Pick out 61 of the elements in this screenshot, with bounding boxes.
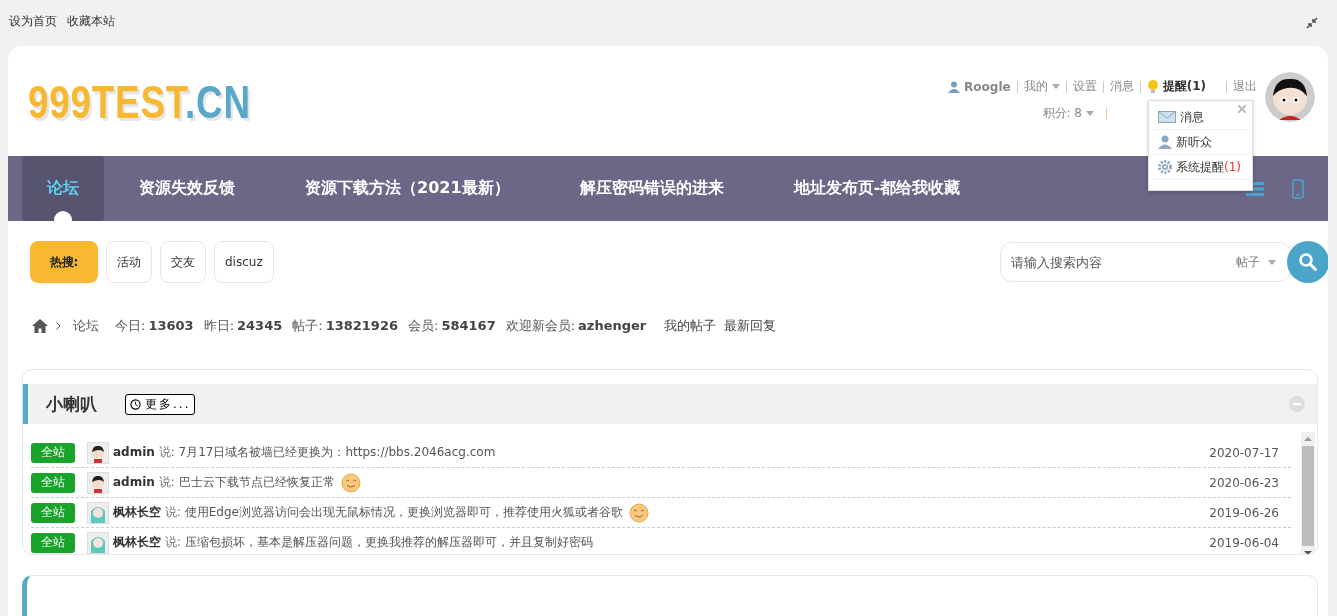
breadcrumb-link[interactable]: 论坛 <box>73 317 99 335</box>
hot-search-tag[interactable]: discuz <box>214 241 274 283</box>
forum-stat: 今日: 13603 <box>115 317 194 335</box>
announcement-date: 2019-06-26 <box>1209 505 1280 520</box>
scope-badge: 全站 <box>31 472 75 493</box>
announcement-text[interactable]: 枫林长空 说: 使用Edge浏览器访问会出现无鼠标情况，更换浏览器即可，推荐使用火狐或者谷歌 <box>113 504 623 521</box>
user-menu-link[interactable]: 我的 <box>1023 78 1048 95</box>
collapse-icon[interactable] <box>1306 17 1318 29</box>
scope-badge: 全站 <box>31 502 75 523</box>
search-button[interactable] <box>1287 241 1328 283</box>
section-title: 小喇叭 <box>46 392 97 416</box>
announcement-date: 2019-06-04 <box>1209 535 1280 550</box>
nav-tab[interactable]: 解压密码错误的进来 <box>544 156 759 221</box>
search-icon <box>1298 252 1318 272</box>
more-button[interactable]: 更多... <box>125 393 196 415</box>
announcement-date: 2020-07-17 <box>1209 445 1280 460</box>
reminder-link[interactable]: 提醒(1) <box>1162 78 1206 95</box>
nav-tab[interactable]: 地址发布页-都给我收藏 <box>758 156 996 221</box>
hot-search-tag[interactable]: 交友 <box>160 241 206 283</box>
quick-link[interactable]: 我的帖子 <box>664 317 717 335</box>
hot-search-label: 热搜: <box>30 241 98 283</box>
clock-icon <box>130 398 141 410</box>
user-menu-link[interactable]: 设置 <box>1072 78 1097 95</box>
avatar-icon[interactable] <box>87 471 109 494</box>
top-link[interactable]: 收藏本站 <box>67 13 115 30</box>
quick-link[interactable]: 最新回复 <box>724 317 777 335</box>
announcement-date: 2020-06-23 <box>1209 475 1280 490</box>
dropdown-item[interactable]: 新听众 <box>1153 130 1248 155</box>
close-icon[interactable] <box>1238 105 1246 113</box>
nav-tab[interactable]: 资源下载方法（2021最新） <box>270 156 545 221</box>
forum-stat: 会员: 584167 <box>408 317 496 335</box>
user-menu-link[interactable]: 消息 <box>1109 78 1134 95</box>
dropdown-item[interactable]: 系统提醒(1) <box>1153 155 1248 180</box>
forum-stat: 昨日: 24345 <box>203 317 283 335</box>
nav-tab[interactable]: 资源失效反馈 <box>104 156 270 221</box>
bulb-icon <box>1146 78 1159 95</box>
scope-badge: 全站 <box>31 442 75 463</box>
forum-stat: 帖子: 13821926 <box>292 317 398 335</box>
top-link[interactable]: 设为首页 <box>9 13 57 30</box>
avatar-icon[interactable] <box>1265 72 1315 122</box>
forum-stat: 欢迎新会员: azhenger <box>505 317 647 335</box>
menu-icon[interactable] <box>1246 181 1264 196</box>
home-icon[interactable] <box>32 319 48 333</box>
logout-link[interactable]: 退出 <box>1233 78 1257 95</box>
hot-search-tag[interactable]: 活动 <box>106 241 152 283</box>
announcement-text[interactable]: admin 说: 7月17日域名被墙已经更换为：https://bbs.2046acg.com <box>113 444 496 461</box>
dropdown-item[interactable]: 消息 <box>1153 105 1248 130</box>
announcement-text[interactable]: admin 说: 巴士云下载节点已经恢复正常 <box>113 474 335 491</box>
gear-icon <box>1158 160 1172 174</box>
scope-badge: 全站 <box>31 532 75 553</box>
caret-icon <box>1086 111 1094 116</box>
envelope-icon <box>1158 111 1176 123</box>
user-icon <box>1158 135 1172 149</box>
user-icon <box>948 80 961 93</box>
points-link[interactable]: 积分: 8 <box>1042 105 1082 122</box>
announcement-text[interactable]: 枫林长空 说: 压缩包损坏，基本是解压器问题，更换我推荐的解压器即可，并且复制好密码 <box>113 534 593 551</box>
avatar-icon[interactable] <box>87 441 109 464</box>
mobile-icon[interactable] <box>1292 178 1304 199</box>
chevron-icon <box>56 322 61 330</box>
username-link[interactable]: Roogle <box>964 79 1011 94</box>
scrollbar[interactable] <box>1301 432 1315 554</box>
